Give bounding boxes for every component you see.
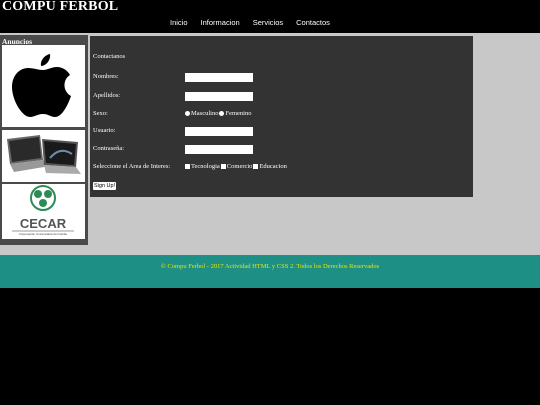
contact-form-panel: Contactanos Nombres: Apellidos: Sexo: Ma… <box>90 36 473 197</box>
form-heading: Contactanos <box>93 53 126 60</box>
top-nav: Inicio Informacion Servicios Contactos <box>170 18 343 27</box>
signup-button[interactable]: Sign Up! <box>93 182 117 190</box>
nav-contactos[interactable]: Contactos <box>296 18 330 27</box>
nombres-input[interactable] <box>185 73 253 82</box>
label-educacion: Educacion <box>259 163 287 170</box>
footer-copyright: © Compu Ferbol - 2017 Actividad HTML y C… <box>160 263 380 270</box>
usuario-input[interactable] <box>185 127 253 136</box>
sidebar-ads: Anuncios CECAR Corporación Universitaria… <box>0 35 88 245</box>
radio-femenino[interactable] <box>219 111 225 117</box>
apple-logo-ad[interactable] <box>2 45 85 127</box>
laptop-icon <box>7 135 81 174</box>
label-area: Seleccione el Area de Interes: <box>93 163 171 170</box>
label-sexo: Sexo: <box>93 110 108 117</box>
nav-informacion[interactable]: Informacion <box>201 18 240 27</box>
sexo-options: Masculino Femenino <box>185 110 251 117</box>
checkbox-educacion[interactable] <box>253 164 259 170</box>
header: COMPU FERBOL Inicio Informacion Servicio… <box>0 0 540 33</box>
nav-servicios[interactable]: Servicios <box>253 18 283 27</box>
apellidos-input[interactable] <box>185 92 253 101</box>
nav-inicio[interactable]: Inicio <box>170 18 188 27</box>
cecar-logo-icon: CECAR Corporación Universitaria del Cari… <box>12 185 74 236</box>
label-femenino: Femenino <box>225 110 252 117</box>
cecar-logo-text: CECAR <box>20 216 67 231</box>
brand-title: COMPU FERBOL <box>2 0 119 14</box>
label-nombres: Nombres: <box>93 73 119 80</box>
label-masculino: Masculino <box>191 110 219 117</box>
checkbox-tecnologia[interactable] <box>185 164 190 170</box>
label-apellidos: Apellidos: <box>93 92 121 99</box>
cecar-ad[interactable]: CECAR Corporación Universitaria del Cari… <box>2 184 85 239</box>
footer: © Compu Ferbol - 2017 Actividad HTML y C… <box>0 255 540 288</box>
cecar-logo-subtext: Corporación Universitaria del Caribe <box>19 232 68 236</box>
label-usuario: Usuario: <box>93 127 116 134</box>
label-contrasena: Contraseña: <box>93 145 125 152</box>
radio-masculino[interactable] <box>185 111 190 117</box>
label-tecnologia: Tecnologia <box>191 163 220 170</box>
area-options: Tecnologia Comercio Educacion <box>185 163 287 170</box>
laptops-ad[interactable] <box>2 130 85 182</box>
label-comercio: Comercio <box>226 163 253 170</box>
apple-logo-icon <box>12 54 71 117</box>
checkbox-comercio[interactable] <box>220 164 226 170</box>
contrasena-input[interactable] <box>185 145 253 154</box>
